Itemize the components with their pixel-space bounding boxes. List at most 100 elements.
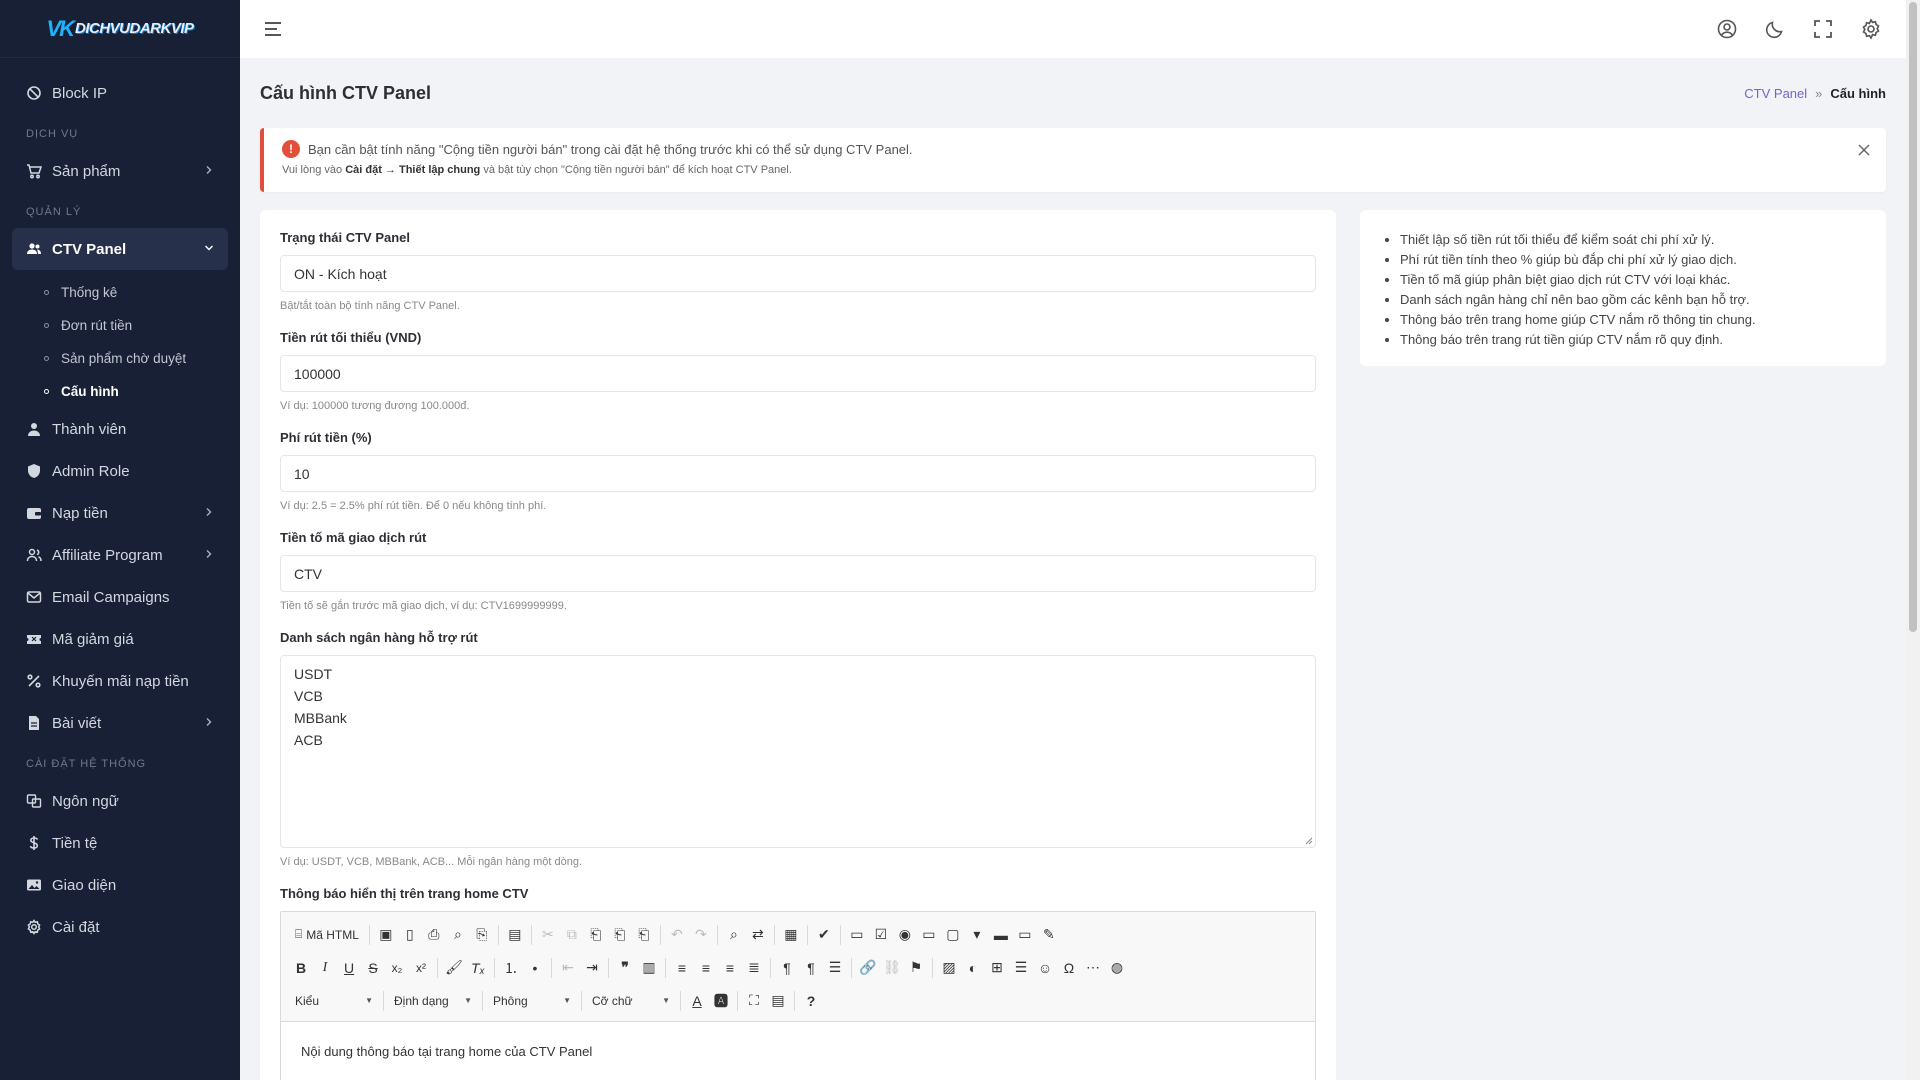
ltr-icon[interactable]: ¶	[775, 956, 799, 980]
div-container-icon[interactable]: ▥	[637, 956, 661, 980]
source-button[interactable]: ⌸ Mã HTML	[289, 927, 365, 942]
iframe-icon[interactable]: ◍	[1105, 956, 1129, 980]
sidebar-item-block-ip[interactable]: Block IP	[0, 72, 240, 114]
new-page-icon[interactable]: ▯	[398, 923, 422, 947]
spellcheck-icon[interactable]: ✔	[812, 923, 836, 947]
sidebar-item-language[interactable]: Ngôn ngữ	[0, 780, 240, 822]
close-icon[interactable]	[1856, 142, 1872, 158]
preview-icon[interactable]: ⌕	[446, 923, 470, 947]
sidebar-item-admin-role[interactable]: Admin Role	[0, 450, 240, 492]
format-dropdown[interactable]: Định dạng ▼	[388, 989, 478, 1013]
image-button-icon[interactable]: ▭	[1013, 923, 1037, 947]
editor-content[interactable]: Nội dung thông báo tại trang home của CT…	[281, 1022, 1315, 1080]
bold-icon[interactable]: B	[289, 956, 313, 980]
bulleted-list-icon[interactable]: •	[523, 956, 547, 980]
strikethrough-icon[interactable]: S	[361, 956, 385, 980]
align-left-icon[interactable]: ≡	[670, 956, 694, 980]
banks-textarea[interactable]: USDT VCB MBBank ACB	[280, 655, 1316, 848]
paste-icon[interactable]: ⎗	[584, 923, 608, 947]
text-field-icon[interactable]: ▭	[917, 923, 941, 947]
sidebar-item-settings[interactable]: Cài đặt	[0, 906, 240, 948]
smiley-icon[interactable]: ☺	[1033, 956, 1057, 980]
menu-icon[interactable]	[262, 18, 284, 40]
select-all-icon[interactable]: ▦	[779, 923, 803, 947]
templates-icon[interactable]: ▤	[503, 923, 527, 947]
language-dropdown-icon[interactable]: ☰	[823, 956, 847, 980]
help-icon[interactable]: ?	[799, 989, 823, 1013]
sidebar-item-currency[interactable]: Tiền tệ	[0, 822, 240, 864]
sidebar-subitem-pending-products[interactable]: Sản phẩm chờ duyệt	[0, 342, 240, 375]
show-blocks-icon[interactable]: ▤	[766, 989, 790, 1013]
user-circle-icon[interactable]	[1716, 18, 1738, 40]
button-field-icon[interactable]: ▬	[989, 923, 1013, 947]
horizontal-rule-icon[interactable]: ☰	[1009, 956, 1033, 980]
hidden-field-icon[interactable]: ✎	[1037, 923, 1061, 947]
bg-color-icon[interactable]: 🅰	[709, 989, 733, 1013]
numbered-list-icon[interactable]: ⒈	[499, 956, 523, 980]
sidebar-item-topup[interactable]: Nạp tiền	[0, 492, 240, 534]
brand-logo[interactable]: VK DICHVUDARKVIP	[0, 0, 240, 58]
textarea-icon[interactable]: ▢	[941, 923, 965, 947]
fee-input[interactable]: 10	[280, 455, 1316, 492]
prefix-input[interactable]: CTV	[280, 555, 1316, 592]
fullscreen-icon[interactable]	[1812, 18, 1834, 40]
flash-icon[interactable]: ◐	[961, 956, 985, 980]
italic-icon[interactable]: I	[313, 956, 337, 980]
status-select[interactable]: ON - Kích hoạt	[280, 255, 1316, 292]
image-icon[interactable]: ▨	[937, 956, 961, 980]
moon-icon[interactable]	[1764, 18, 1786, 40]
form-icon[interactable]: ▭	[845, 923, 869, 947]
gear-icon[interactable]	[1860, 18, 1882, 40]
export-pdf-icon[interactable]: ⎙	[422, 923, 446, 947]
replace-icon[interactable]: ⇄	[746, 923, 770, 947]
breadcrumb-link-ctv-panel[interactable]: CTV Panel	[1744, 86, 1807, 101]
indent-icon[interactable]: ⇥	[580, 956, 604, 980]
table-icon[interactable]: ⊞	[985, 956, 1009, 980]
special-char-icon[interactable]: Ω	[1057, 956, 1081, 980]
underline-icon[interactable]: U	[337, 956, 361, 980]
link-icon[interactable]: 🔗	[856, 956, 880, 980]
paste-word-icon[interactable]: ⎗	[632, 923, 656, 947]
radio-icon[interactable]: ◉	[893, 923, 917, 947]
sidebar-item-posts[interactable]: Bài viết	[0, 702, 240, 744]
font-dropdown[interactable]: Phông ▼	[487, 989, 577, 1013]
sidebar-item-email-campaigns[interactable]: Email Campaigns	[0, 576, 240, 618]
sidebar-item-products[interactable]: Sản phẩm	[0, 150, 240, 192]
remove-format-icon[interactable]: Tₓ	[466, 956, 490, 980]
unlink-icon[interactable]: ⛓	[880, 956, 904, 980]
anchor-icon[interactable]: ⚑	[904, 956, 928, 980]
paste-text-icon[interactable]: ⎗	[608, 923, 632, 947]
superscript-icon[interactable]: x²	[409, 956, 433, 980]
text-color-icon[interactable]: A	[685, 989, 709, 1013]
blockquote-icon[interactable]: ❞	[613, 956, 637, 980]
page-scrollbar[interactable]	[1906, 0, 1920, 1080]
align-center-icon[interactable]: ≡	[694, 956, 718, 980]
checkbox-icon[interactable]: ☑	[869, 923, 893, 947]
subscript-icon[interactable]: x₂	[385, 956, 409, 980]
find-icon[interactable]: ⌕	[722, 923, 746, 947]
sidebar-item-ctv-panel[interactable]: CTV Panel	[12, 228, 228, 270]
save-icon[interactable]: ▣	[374, 923, 398, 947]
align-justify-icon[interactable]: ≣	[742, 956, 766, 980]
scrollbar-thumb[interactable]	[1909, 2, 1917, 632]
sidebar-subitem-stats[interactable]: Thống kê	[0, 276, 240, 309]
resize-handle-icon[interactable]	[1305, 837, 1313, 845]
cut-icon[interactable]: ✂	[536, 923, 560, 947]
sidebar-item-topup-promo[interactable]: Khuyến mãi nạp tiền	[0, 660, 240, 702]
copy-icon[interactable]: ⧉	[560, 923, 584, 947]
rtl-icon[interactable]: ¶	[799, 956, 823, 980]
sidebar-subitem-withdrawals[interactable]: Đơn rút tiền	[0, 309, 240, 342]
copy-format-icon[interactable]: 🖌	[442, 956, 466, 980]
sidebar-item-theme[interactable]: Giao diện	[0, 864, 240, 906]
align-right-icon[interactable]: ≡	[718, 956, 742, 980]
sidebar-item-coupons[interactable]: Mã giảm giá	[0, 618, 240, 660]
print-icon[interactable]: ⎘	[470, 923, 494, 947]
sidebar-item-members[interactable]: Thành viên	[0, 408, 240, 450]
select-field-icon[interactable]: ▾	[965, 923, 989, 947]
maximize-icon[interactable]: ⛶	[742, 989, 766, 1013]
size-dropdown[interactable]: Cỡ chữ ▼	[586, 989, 676, 1013]
page-break-icon[interactable]: ⋯	[1081, 956, 1105, 980]
redo-icon[interactable]: ↷	[689, 923, 713, 947]
sidebar-subitem-config[interactable]: Cấu hình	[0, 375, 240, 408]
style-dropdown[interactable]: Kiểu ▼	[289, 989, 379, 1013]
